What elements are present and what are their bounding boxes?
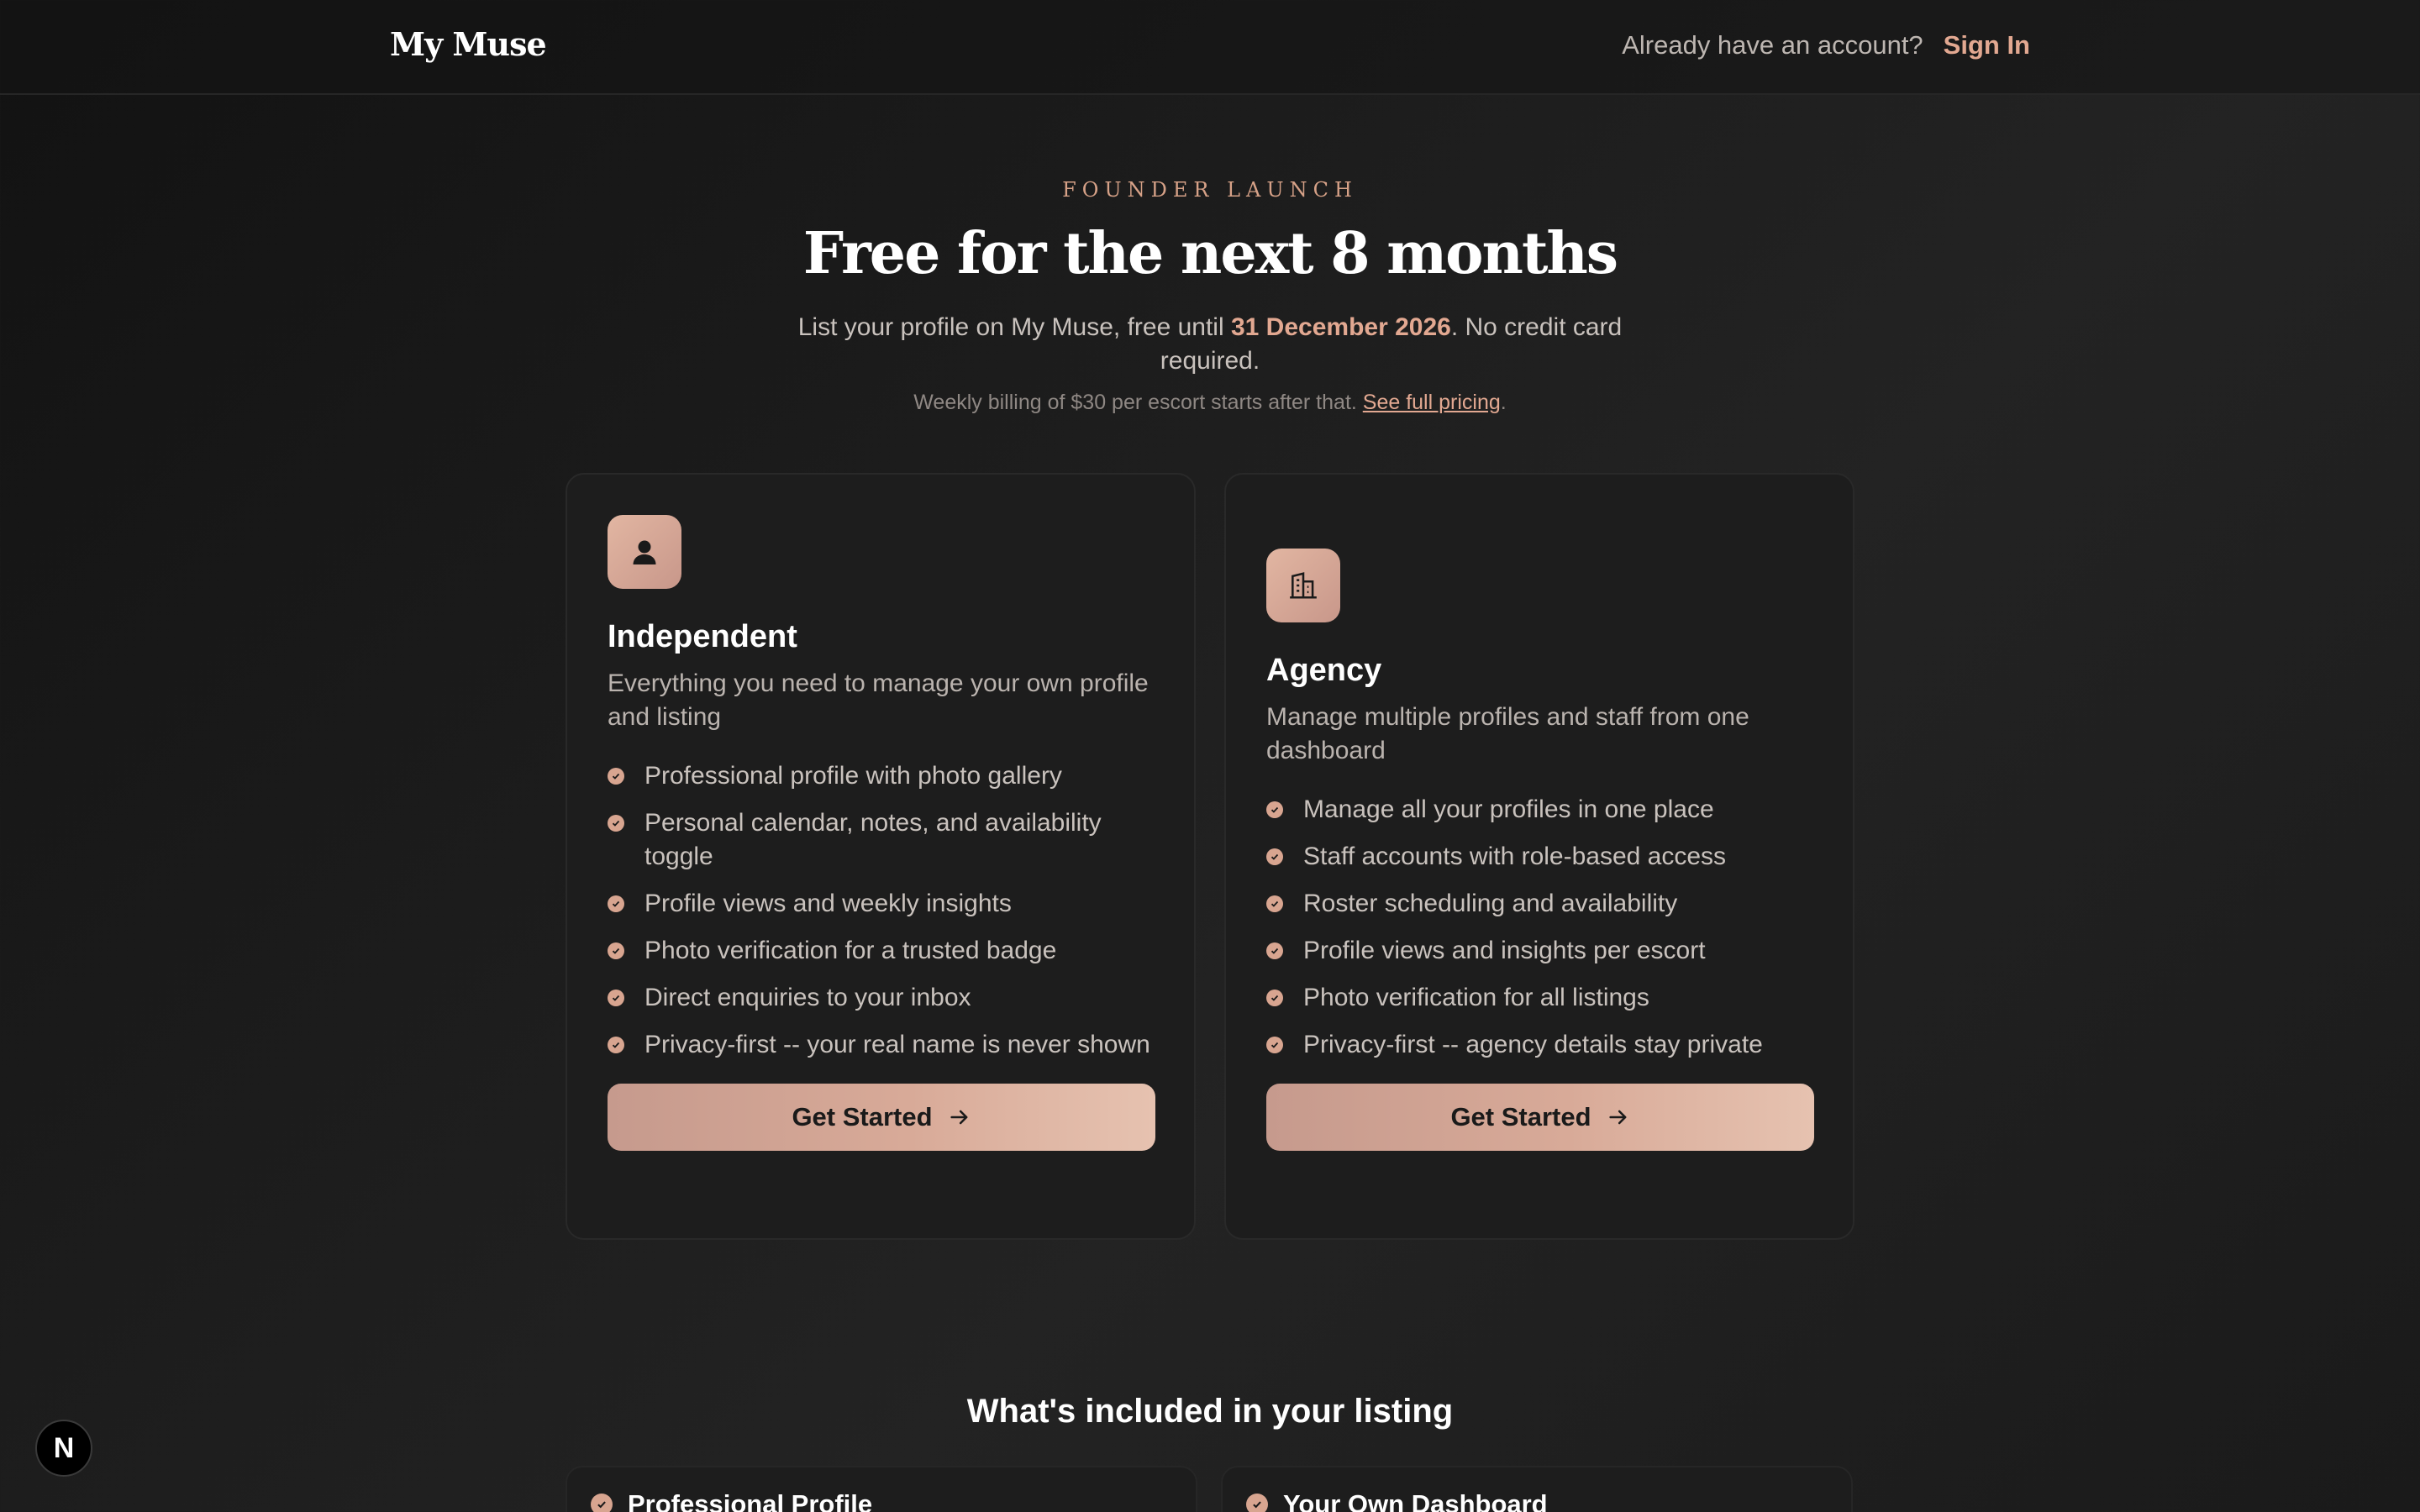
list-item: Professional profile with photo gallery (608, 759, 1154, 793)
feature-text: Photo verification for all listings (1303, 984, 1649, 1011)
have-account-text: Already have an account? (1622, 30, 1923, 60)
check-icon (1246, 1494, 1268, 1512)
check-icon (1266, 848, 1283, 865)
hero-subtitle: List your profile on My Muse, free until… (756, 311, 1664, 378)
dev-tools-button[interactable]: N (35, 1420, 92, 1477)
check-icon (608, 1037, 624, 1053)
plan-title: Agency (1266, 653, 1382, 688)
feature-text: Direct enquiries to your inbox (644, 984, 971, 1011)
check-icon (608, 990, 624, 1006)
feature-text: Profile views and insights per escort (1303, 937, 1706, 964)
plan-title: Independent (608, 619, 797, 654)
subtitle-pre: List your profile on My Muse, free until (797, 313, 1231, 341)
sign-in-link[interactable]: Sign In (1944, 30, 2030, 60)
check-icon (1266, 801, 1283, 818)
list-item: Profile views and weekly insights (608, 887, 1154, 921)
list-item: Photo verification for all listings (1266, 981, 1812, 1015)
check-icon (608, 895, 624, 912)
site-header: My Muse Already have an account? Sign In (0, 0, 2420, 95)
plan-description: Everything you need to manage your own p… (608, 669, 1149, 731)
list-item: Personal calendar, notes, and availabili… (608, 806, 1154, 874)
arrow-right-icon (1608, 1110, 1626, 1125)
billing-end: . (1500, 391, 1507, 414)
list-item: Profile views and insights per escort (1266, 934, 1812, 968)
full-pricing-link[interactable]: See full pricing (1363, 391, 1501, 414)
check-icon (591, 1494, 613, 1512)
page-title: Free for the next 8 months (802, 220, 1618, 287)
feature-text: Staff accounts with role-based access (1303, 843, 1727, 870)
feature-text: Profile views and weekly insights (644, 890, 1012, 917)
free-until-date: 31 December 2026 (1230, 313, 1451, 341)
check-icon (608, 768, 624, 785)
feature-text: Roster scheduling and availability (1303, 890, 1678, 917)
auth-prompt: Already have an account? Sign In (1622, 30, 2030, 60)
agency-get-started-button[interactable]: Get Started (1266, 1084, 1814, 1151)
included-item-card: Professional Profile (566, 1466, 1197, 1512)
feature-text: Photo verification for a trusted badge (644, 937, 1057, 964)
feature-text: Manage all your profiles in one place (1303, 795, 1714, 823)
user-icon (608, 515, 681, 589)
button-label: Get Started (792, 1102, 933, 1131)
list-item: Staff accounts with role-based access (1266, 840, 1812, 874)
independent-get-started-button[interactable]: Get Started (608, 1084, 1155, 1151)
check-icon (1266, 942, 1283, 959)
arrow-right-icon (950, 1110, 967, 1125)
list-item: Roster scheduling and availability (1266, 887, 1812, 921)
billing-text: Weekly billing of $30 per escort starts … (913, 391, 1363, 414)
button-label: Get Started (1450, 1102, 1591, 1131)
billing-note: Weekly billing of $30 per escort starts … (0, 391, 2420, 415)
independent-plan-card: Independent Everything you need to manag… (566, 473, 1196, 1240)
eyebrow-label: FOUNDER LAUNCH (1062, 178, 1358, 202)
building-icon (1266, 549, 1340, 622)
included-item-card: Your Own Dashboard (1221, 1466, 1853, 1512)
feature-text: Professional profile with photo gallery (644, 762, 1062, 790)
feature-text: Personal calendar, notes, and availabili… (644, 809, 1102, 870)
included-section-title: What's included in your listing (966, 1393, 1454, 1430)
list-item: Photo verification for a trusted badge (608, 934, 1154, 968)
feature-text: Privacy-first -- agency details stay pri… (1303, 1031, 1763, 1058)
check-icon (1266, 895, 1283, 912)
list-item: Direct enquiries to your inbox (608, 981, 1154, 1015)
check-icon (1266, 1037, 1283, 1053)
agency-plan-card: Agency Manage multiple profiles and staf… (1224, 473, 1854, 1240)
list-item: Privacy-first -- agency details stay pri… (1266, 1028, 1812, 1062)
included-item-label: Professional Profile (628, 1489, 873, 1512)
list-item: Privacy-first -- your real name is never… (608, 1028, 1154, 1062)
feature-list: Manage all your profiles in one place St… (1266, 793, 1812, 1062)
logo[interactable]: My Muse (390, 25, 547, 63)
feature-list: Professional profile with photo gallery … (608, 759, 1154, 1062)
list-item: Manage all your profiles in one place (1266, 793, 1812, 827)
check-icon (608, 942, 624, 959)
check-icon (608, 815, 624, 832)
plan-description: Manage multiple profiles and staff from … (1266, 703, 1749, 764)
check-icon (1266, 990, 1283, 1006)
feature-text: Privacy-first -- your real name is never… (644, 1031, 1150, 1058)
included-item-label: Your Own Dashboard (1283, 1489, 1548, 1512)
